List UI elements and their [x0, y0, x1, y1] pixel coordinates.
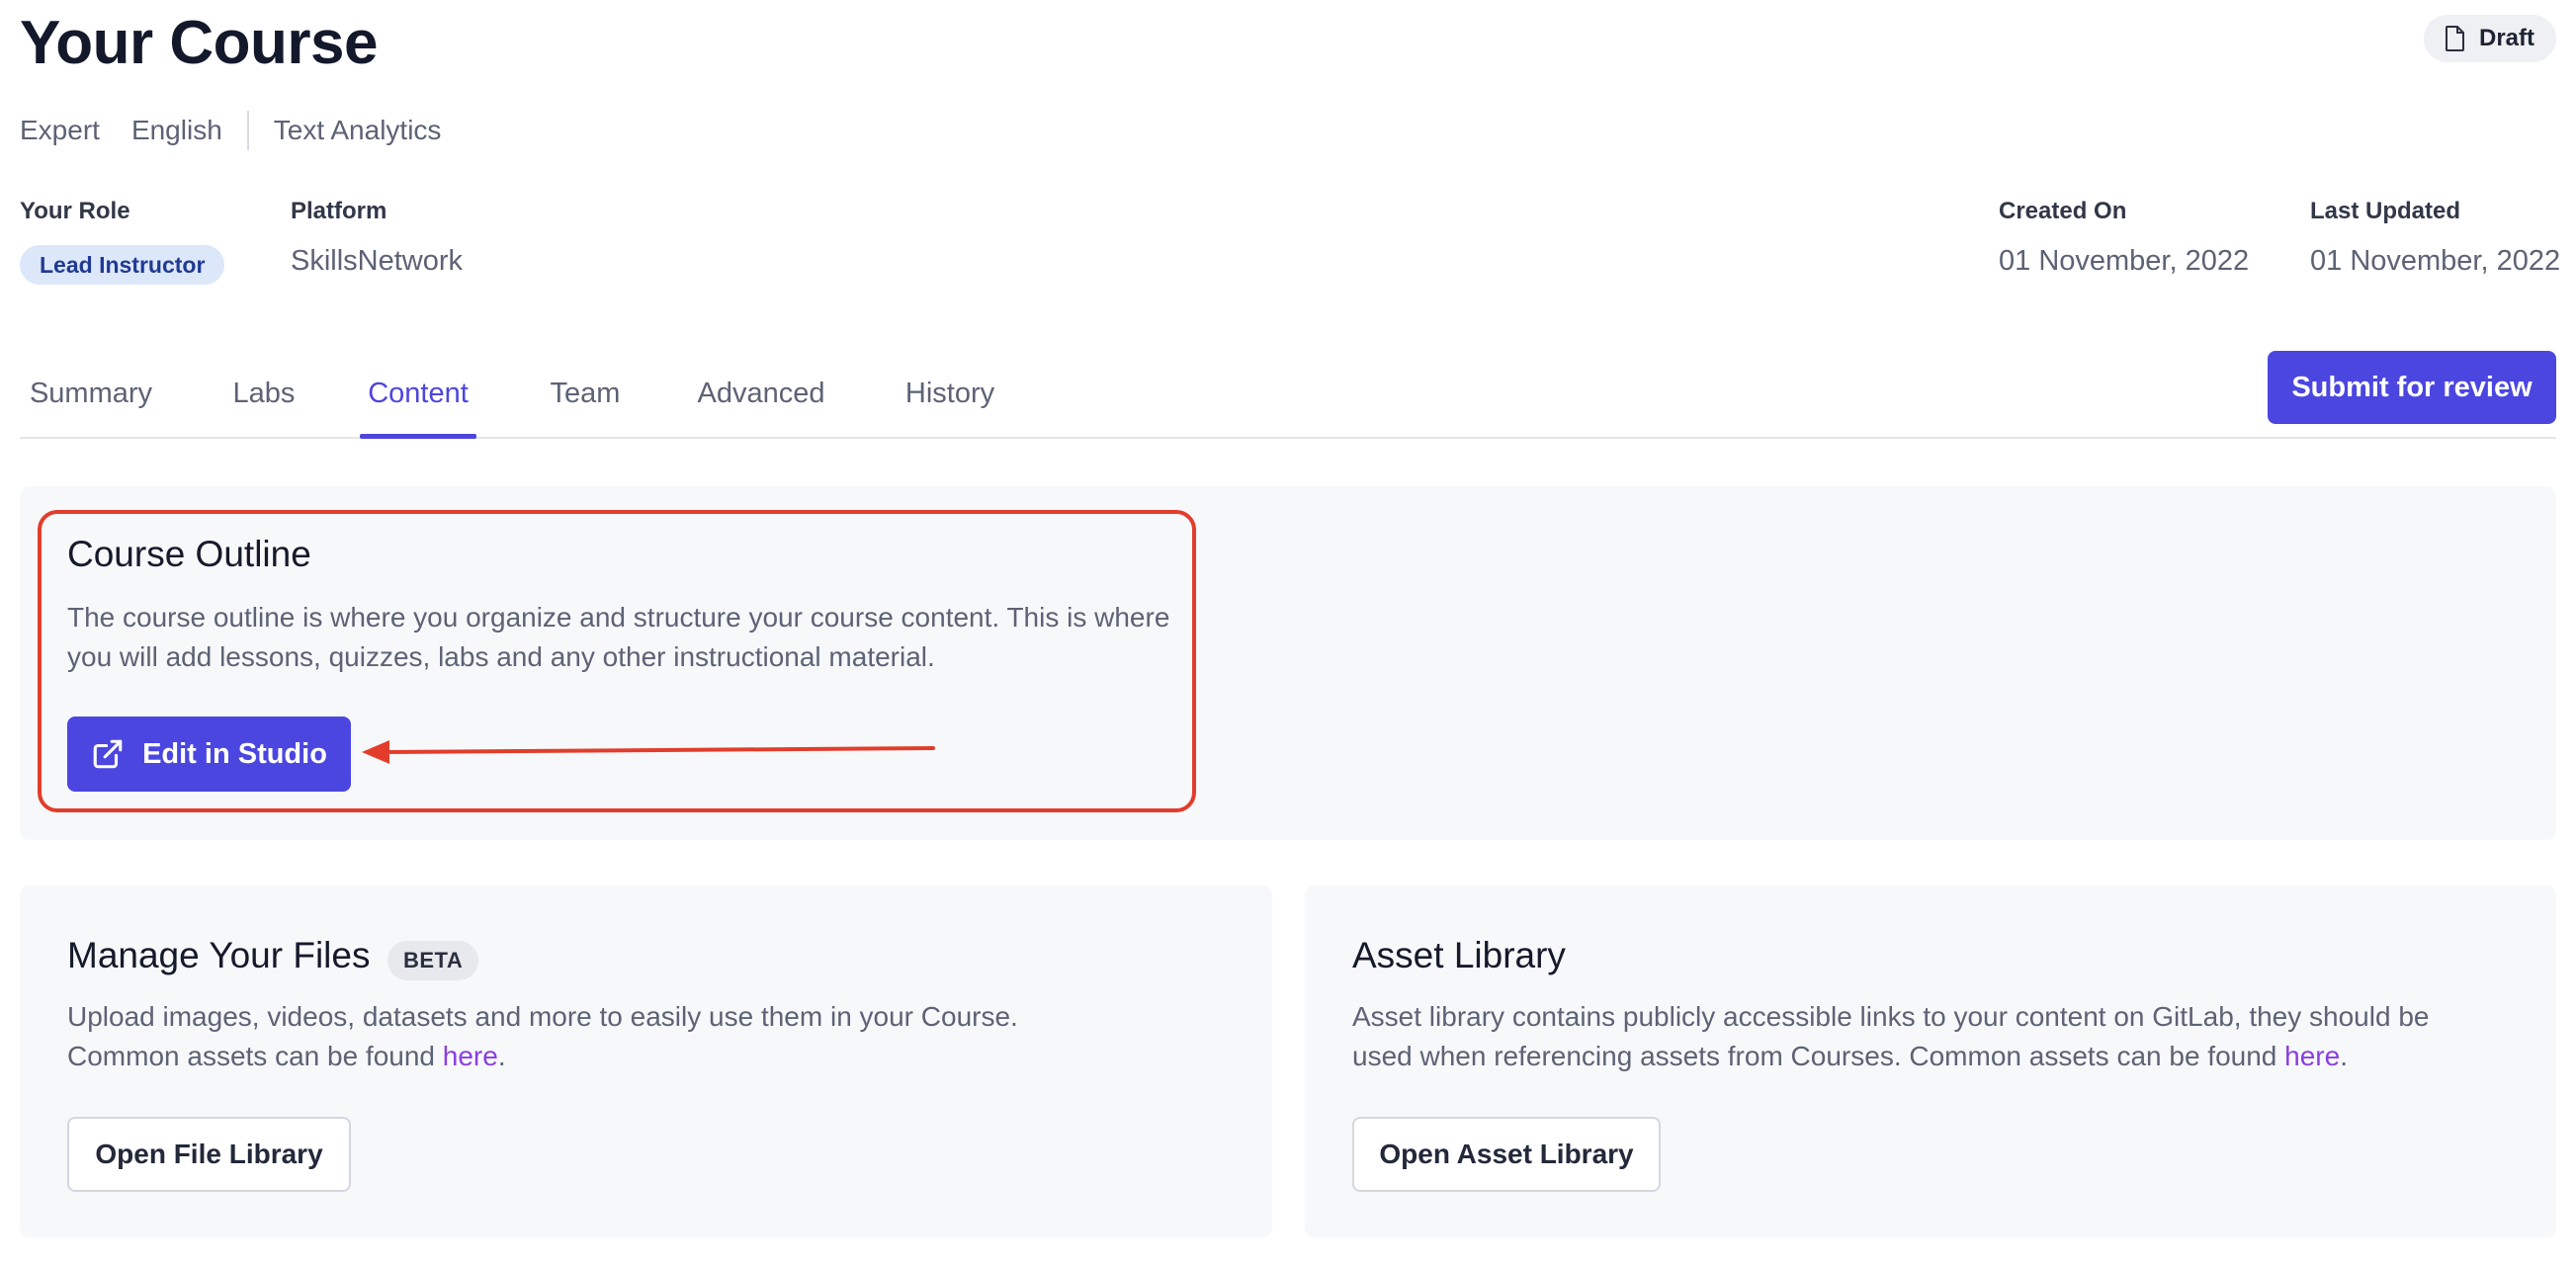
asset-library-suffix: . — [2340, 1041, 2348, 1071]
annotation-arrow — [362, 740, 935, 764]
manage-files-description-line-2: Common assets can be found here. — [67, 1037, 1018, 1076]
asset-library-title: Asset Library — [1352, 935, 1566, 975]
page-title: Your Course — [20, 9, 378, 77]
tab-advanced[interactable]: Advanced — [692, 366, 830, 437]
course-outline-description: The course outline is where you organize… — [67, 598, 1169, 677]
status-badge: Draft — [2423, 15, 2556, 62]
beta-badge: BETA — [387, 941, 479, 980]
common-assets-link[interactable]: here — [443, 1041, 498, 1071]
manage-files-description-line-1: Upload images, videos, datasets and more… — [67, 1001, 1018, 1032]
role-badge: Lead Instructor — [20, 245, 225, 285]
course-outline-description-line-1: The course outline is where you organize… — [67, 602, 1170, 633]
manage-files-title: Manage Your Files — [67, 935, 371, 975]
document-icon — [2445, 26, 2464, 51]
tab-bar: Summary Labs Content Team Advanced Histo… — [20, 356, 2556, 439]
course-language: English — [130, 115, 222, 145]
tab-labs[interactable]: Labs — [224, 366, 303, 437]
manage-files-suffix: . — [497, 1041, 506, 1071]
external-link-icon — [93, 739, 123, 769]
status-badge-label: Draft — [2478, 25, 2534, 51]
meta-divider — [246, 111, 249, 150]
asset-library-description-line-2: used when referencing assets from Course… — [1352, 1037, 2429, 1076]
role-label: Your Role — [20, 198, 130, 224]
course-page: Your Course Draft Expert English Text An… — [0, 0, 2576, 1267]
edit-in-studio-label: Edit in Studio — [142, 737, 327, 770]
platform-label: Platform — [291, 198, 387, 224]
tab-summary[interactable]: Summary — [28, 366, 154, 437]
manage-files-prefix: Common assets can be found — [67, 1041, 443, 1071]
created-label: Created On — [1999, 198, 2127, 224]
open-asset-library-button[interactable]: Open Asset Library — [1352, 1117, 1661, 1192]
edit-in-studio-button[interactable]: Edit in Studio — [67, 717, 351, 792]
course-outline-title: Course Outline — [67, 534, 311, 574]
course-meta: Expert English Text Analytics — [20, 111, 441, 150]
asset-library-description: Asset library contains publicly accessib… — [1352, 997, 2429, 1076]
platform-value: SkillsNetwork — [291, 245, 464, 277]
created-value: 01 November, 2022 — [1999, 245, 2250, 277]
open-file-library-button[interactable]: Open File Library — [67, 1117, 351, 1192]
asset-library-description-line-1: Asset library contains publicly accessib… — [1352, 1001, 2430, 1032]
tab-content[interactable]: Content — [360, 366, 476, 439]
updated-value: 01 November, 2022 — [2310, 245, 2561, 277]
course-level: Expert — [20, 115, 100, 145]
course-topic: Text Analytics — [273, 115, 442, 145]
updated-label: Last Updated — [2310, 198, 2461, 224]
asset-library-prefix: used when referencing assets from Course… — [1352, 1041, 2285, 1071]
submit-for-review-button[interactable]: Submit for review — [2268, 351, 2556, 424]
tab-team[interactable]: Team — [544, 366, 627, 437]
asset-library-common-assets-link[interactable]: here — [2284, 1041, 2340, 1071]
manage-files-description: Upload images, videos, datasets and more… — [67, 997, 1018, 1076]
course-outline-description-line-2: you will add lessons, quizzes, labs and … — [67, 641, 935, 672]
tab-history[interactable]: History — [900, 366, 1000, 437]
